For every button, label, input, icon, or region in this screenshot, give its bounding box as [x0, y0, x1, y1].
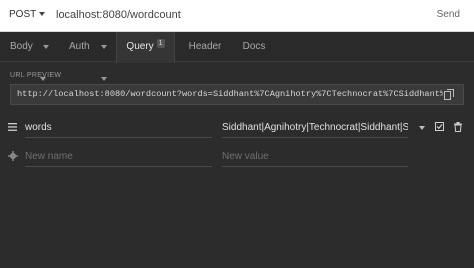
- param-value-dropdown-icon[interactable]: [419, 126, 425, 130]
- drag-handle-icon[interactable]: [8, 122, 17, 132]
- new-param-name-input[interactable]: New name: [25, 147, 212, 167]
- new-param-value-input[interactable]: New value: [222, 147, 408, 167]
- copy-icon[interactable]: [444, 89, 454, 100]
- http-method-select[interactable]: POST: [9, 9, 36, 20]
- trash-icon[interactable]: [454, 122, 462, 132]
- tab-auth-dropdown-icon[interactable]: [101, 77, 107, 81]
- request-tabs: Body Auth Query 1 Header Docs: [0, 32, 474, 81]
- url-preview-text: http://localhost:8080/wordcount?words=Si…: [17, 89, 443, 99]
- tab-header[interactable]: Header: [180, 32, 230, 62]
- gear-icon[interactable]: [8, 151, 18, 161]
- param-name-input[interactable]: words: [25, 118, 212, 138]
- query-param-row: words Siddhant|Agnihotry|Technocrat|Sidd…: [0, 118, 474, 138]
- checkbox-checked-icon[interactable]: [435, 122, 444, 131]
- request-bar: POST localhost:8080/wordcount Send: [0, 0, 474, 32]
- url-preview-label: URL PREVIEW: [10, 72, 62, 79]
- tab-auth-caret-icon[interactable]: [101, 45, 107, 49]
- tab-auth-label: Auth: [69, 41, 90, 52]
- tab-body-label: Body: [10, 41, 33, 52]
- param-value-input[interactable]: Siddhant|Agnihotry|Technocrat|Siddhant|S…: [222, 118, 408, 138]
- tab-query-label: Query: [126, 41, 154, 52]
- tab-header-label: Header: [188, 41, 222, 52]
- url-preview-box: http://localhost:8080/wordcount?words=Si…: [10, 84, 464, 105]
- tab-body-caret-icon[interactable]: [43, 45, 49, 49]
- tab-docs-label: Docs: [242, 41, 266, 52]
- query-count-badge: 1: [156, 39, 165, 48]
- send-button[interactable]: Send: [437, 9, 460, 20]
- tab-docs[interactable]: Docs: [234, 32, 274, 62]
- tab-query[interactable]: Query 1: [116, 32, 175, 63]
- url-input[interactable]: localhost:8080/wordcount: [56, 9, 181, 21]
- method-dropdown-icon[interactable]: [39, 12, 45, 16]
- new-param-row: New name New value: [0, 147, 474, 167]
